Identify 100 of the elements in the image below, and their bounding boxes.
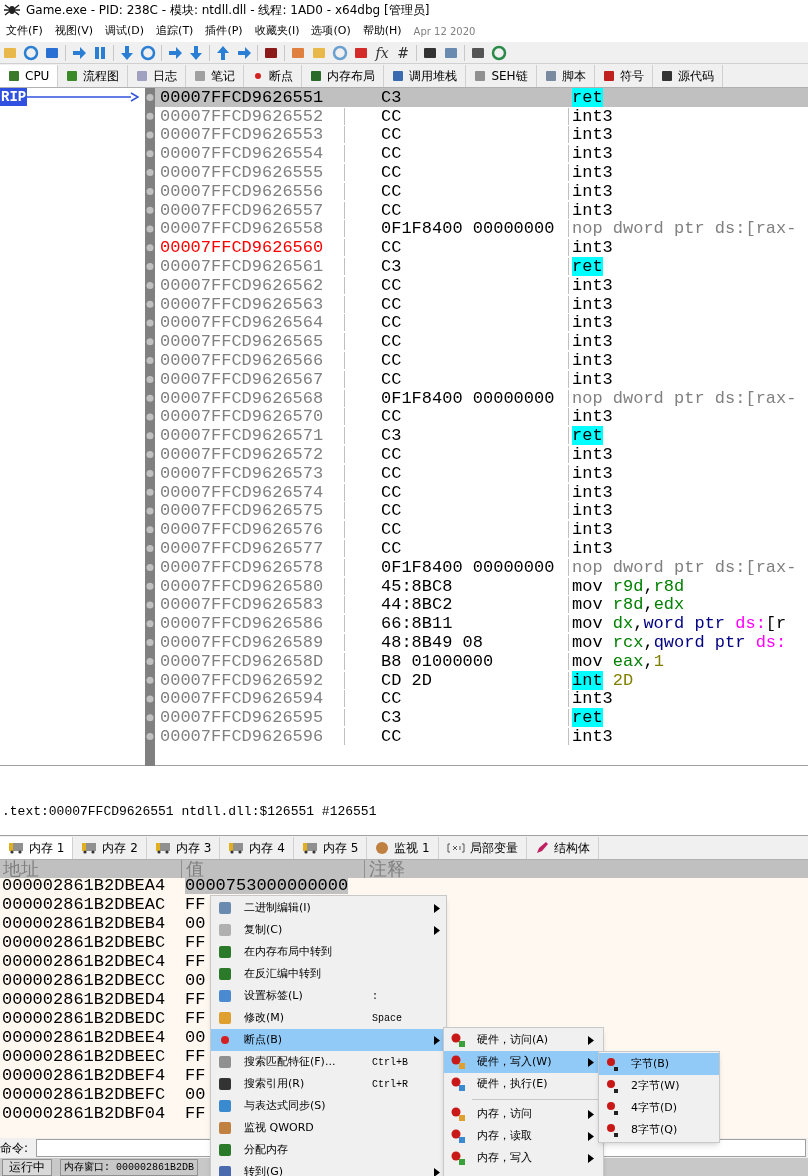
toolbar-button[interactable]: #	[395, 45, 411, 60]
instruction-text: mov rcx,qword ptr ds:	[572, 634, 787, 651]
disassembly-row[interactable]: 00007FFCD9626565 CC int3	[155, 332, 808, 352]
address-cell-text: 00007FFCD9626568	[159, 389, 325, 407]
menu-item[interactable]: 在反汇编中转到	[211, 963, 446, 985]
instruction-text: int3	[572, 314, 613, 332]
menu-item[interactable]: 内存，写入	[444, 1147, 603, 1169]
disassembly-row[interactable]: 00007FFCD9626586 66:8B11 mov dx,word ptr ds:[r	[155, 614, 808, 634]
menu-item[interactable]: 监视 QWORD	[211, 1117, 446, 1139]
menu-item[interactable]: 设置标签(L) :	[211, 985, 446, 1007]
disassembly-row[interactable]: 00007FFCD9626595 C3 ret	[155, 708, 808, 728]
disassembly-row[interactable]: 00007FFCD9626558 0F1F8400 00000000 nop dword ptr ds:[rax-	[155, 219, 808, 239]
disassembly-row[interactable]: 00007FFCD9626553 CC int3	[155, 125, 808, 145]
pen-icon	[534, 841, 549, 855]
address-cell-text: 00007FFCD9626563	[159, 295, 325, 313]
disassembly-row[interactable]: 00007FFCD9626571 C3 ret	[155, 426, 808, 446]
instruction-text: mov eax,1	[572, 652, 664, 670]
disassembly-row[interactable]: 00007FFCD9626592 CD 2D int 2D	[155, 670, 808, 690]
submenu-arrow-icon	[434, 1035, 440, 1045]
disassembly-row[interactable]: 00007FFCD9626572 CC int3	[155, 445, 808, 464]
menu-item[interactable]: 修改(M) Space	[211, 1007, 446, 1029]
menu-item[interactable]: 复制(C)	[211, 919, 446, 941]
bytes-cell: 48:8B49 08	[344, 634, 568, 651]
menu-item[interactable]: 帮助(H)	[358, 22, 406, 40]
disassembly-row[interactable]: 00007FFCD9626570 CC int3	[155, 407, 808, 427]
user-arrow-icon[interactable]	[236, 44, 252, 61]
disassembly-row[interactable]: 00007FFCD9626564 CC int3	[155, 313, 808, 333]
bytes-cell: CC	[344, 276, 568, 294]
menu-item[interactable]: 字节(B)	[599, 1053, 719, 1075]
disassembly-row[interactable]: 00007FFCD9626555 CC int3	[155, 163, 808, 182]
menu-item[interactable]: 2字节(W)	[599, 1075, 719, 1097]
disassembly-row[interactable]: 00007FFCD9626596 CC int3	[155, 727, 808, 746]
disassembly-row[interactable]: 00007FFCD9626567 CC int3	[155, 369, 808, 389]
disassembly-row[interactable]: 00007FFCD9626560 CC int3	[155, 238, 808, 258]
address-cell-text: 00007FFCD9626565	[159, 333, 325, 351]
instruction-text: int3	[572, 690, 613, 708]
disassembly-row[interactable]: 00007FFCD9626551 C3 ret	[155, 88, 808, 107]
trace-down-icon[interactable]	[188, 44, 204, 61]
address-cell-text: 00007FFCD9626589	[159, 634, 325, 651]
disassembly-row[interactable]: 00007FFCD9626575 CC int3	[155, 501, 808, 521]
submenu-arrow-icon	[588, 1153, 594, 1163]
disassembly-row[interactable]: 00007FFCD9626589 48:8B49 08 mov rcx,qword ptr ds:	[155, 633, 808, 652]
tab[interactable]: 内存 1	[0, 837, 74, 859]
menu-item[interactable]: 追踪(T)	[152, 22, 198, 40]
menu-item[interactable]: 调试(D)	[101, 22, 149, 40]
address-cell-text: 00007FFCD9626561	[159, 258, 325, 276]
disassembly-row[interactable]: 00007FFCD9626557 CC int3	[155, 200, 808, 220]
disassembly-row[interactable]: 00007FFCD9626552 CC int3	[155, 106, 808, 126]
truck-icon	[154, 842, 171, 854]
disassembly-row[interactable]: 00007FFCD962658D B8 01000000 mov eax,1	[155, 651, 808, 671]
arrow-right-icon[interactable]	[71, 44, 87, 61]
menu-item[interactable]: 与表达式同步(S)	[211, 1095, 446, 1117]
instruction-text: int3	[572, 333, 613, 351]
toolbar-button[interactable]: fx	[374, 45, 390, 60]
disassembly-row[interactable]: 00007FFCD9626583 44:8BC2 mov r8d,edx	[155, 595, 808, 615]
submenu-arrow-icon	[588, 1057, 594, 1067]
menu-item[interactable]: 硬件，访问(A)	[444, 1029, 603, 1051]
submenu-arrow-icon	[434, 925, 440, 935]
disassembly-row[interactable]: 00007FFCD9626563 CC int3	[155, 294, 808, 314]
menu-item[interactable]: 搜索引用(R) Ctrl+R	[211, 1073, 446, 1095]
menu-item[interactable]: 视图(V)	[50, 22, 98, 40]
menu-item[interactable]: 选项(O)	[307, 22, 355, 40]
disassembly-row[interactable]: 00007FFCD9626577 CC int3	[155, 539, 808, 558]
submenu-arrow-icon	[434, 1167, 440, 1176]
disassembly-row[interactable]: 00007FFCD9626568 0F1F8400 00000000 nop dword ptr ds:[rax-	[155, 388, 808, 408]
menu-item[interactable]: 收藏夹(I)	[250, 22, 304, 40]
menu-item[interactable]: 插件(P)	[201, 22, 247, 40]
tab[interactable]: CPU	[0, 65, 59, 87]
address-cell-text: 00007FFCD9626574	[159, 483, 325, 501]
menu-item[interactable]: 搜索匹配特征(F)... Ctrl+B	[211, 1051, 446, 1073]
disassembly-row[interactable]: 00007FFCD9626580 45:8BC8 mov r9d,r8d	[155, 576, 808, 596]
up-arrow-icon[interactable]	[215, 44, 231, 61]
menu-item[interactable]: 文件(F)	[2, 22, 47, 40]
bytes-cell: CC	[344, 333, 568, 351]
bytes-cell: 0F1F8400 00000000	[344, 220, 568, 238]
menu-item[interactable]: 在内存布局中转到	[211, 941, 446, 963]
disassembly-row[interactable]: 00007FFCD9626574 CC int3	[155, 482, 808, 502]
disassembly-row[interactable]: 00007FFCD9626562 CC int3	[155, 275, 808, 295]
pause-icon[interactable]	[92, 44, 108, 61]
disassembly-row[interactable]: 00007FFCD9626561 C3 ret	[155, 257, 808, 276]
menu-item[interactable]: 二进制编辑(I)	[211, 897, 446, 919]
disassembly-row[interactable]: 00007FFCD9626573 CC int3	[155, 463, 808, 483]
menu-item[interactable]: 转到(G)	[211, 1161, 446, 1176]
disassembly-row[interactable]: 00007FFCD9626556 CC int3	[155, 182, 808, 201]
disassembly-row[interactable]: 00007FFCD9626594 CC int3	[155, 689, 808, 709]
address-cell-text: 00007FFCD9626572	[159, 446, 325, 464]
disassembly-row[interactable]: 00007FFCD9626576 CC int3	[155, 520, 808, 540]
disassembly-row[interactable]: 00007FFCD9626578 0F1F8400 00000000 nop dword ptr ds:[rax-	[155, 557, 808, 577]
instruction-text: ret	[572, 258, 603, 276]
trace-icon[interactable]	[167, 44, 183, 61]
menu-item[interactable]: 分配内存	[211, 1139, 446, 1161]
menu-item[interactable]: 4字节(D)	[599, 1097, 719, 1119]
bytes-cell: C3	[344, 88, 568, 106]
address-cell-text: 00007FFCD9626580	[159, 577, 325, 595]
disassembly-row[interactable]: 00007FFCD9626566 CC int3	[155, 351, 808, 370]
address-cell-text: 00007FFCD9626577	[159, 540, 325, 557]
step-into-icon[interactable]	[119, 44, 135, 61]
menu-item[interactable]: 断点(B)	[211, 1029, 446, 1051]
disassembly-row[interactable]: 00007FFCD9626554 CC int3	[155, 144, 808, 164]
menu-item[interactable]: 8字节(Q)	[599, 1119, 719, 1141]
